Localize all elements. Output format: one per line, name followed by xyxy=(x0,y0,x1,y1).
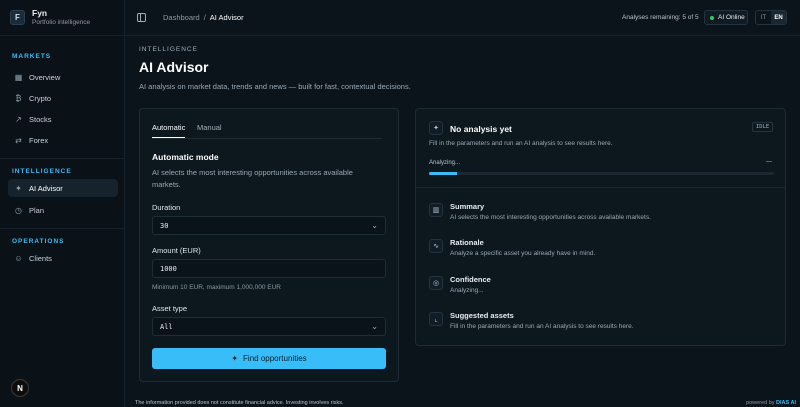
chevron-down-icon: ⌄ xyxy=(371,221,378,230)
asset-type-value: All xyxy=(160,322,173,331)
find-opportunities-label: Find opportunities xyxy=(243,354,307,363)
amount-value: 1000 xyxy=(160,264,177,273)
sidebar-item-forex[interactable]: ⇄ Forex xyxy=(8,131,118,149)
rationale-title: Rationale xyxy=(450,238,484,247)
sidebar-item-crypto[interactable]: ₿ Crypto xyxy=(8,89,118,107)
amount-input[interactable]: 1000 xyxy=(152,259,386,278)
section-title-intelligence: INTELLIGENCE xyxy=(12,168,72,175)
sidebar-toggle-icon[interactable] xyxy=(137,13,146,22)
status-badge: IDLE xyxy=(752,122,774,132)
language-switcher: IT EN xyxy=(755,10,787,25)
summary-desc: AI selects the most interesting opportun… xyxy=(450,214,651,221)
amount-label: Amount (EUR) xyxy=(152,246,201,255)
section-title-operations: OPERATIONS xyxy=(12,238,65,245)
status-dot-icon xyxy=(710,15,714,20)
analysis-form-panel: Automatic Manual Automatic mode AI selec… xyxy=(139,108,399,382)
footer: The information provided does not consti… xyxy=(125,398,800,407)
asset-type-label: Asset type xyxy=(152,304,188,313)
line-chart-icon: ⌞ xyxy=(429,312,443,326)
sidebar-item-label: Plan xyxy=(29,205,45,215)
brand-subtitle: Portfolio intelligence xyxy=(32,19,91,26)
progress-fill xyxy=(429,172,457,175)
analysis-result-panel: ✦ No analysis yet IDLE Fill in the param… xyxy=(415,108,786,346)
pulse-icon: ∿ xyxy=(429,239,443,253)
chevron-down-icon: ⌄ xyxy=(371,322,378,331)
section-title-markets: MARKETS xyxy=(12,53,52,60)
sidebar-item-label: Stocks xyxy=(29,114,52,124)
sidebar: F Fyn Portfolio intelligence MARKETS ▦ O… xyxy=(0,0,125,407)
disclaimer: The information provided does not consti… xyxy=(135,400,344,406)
sidebar-item-overview[interactable]: ▦ Overview xyxy=(8,68,118,86)
ai-status-badge: AI Online xyxy=(704,10,748,25)
ai-status-label: AI Online xyxy=(718,14,745,21)
sidebar-item-label: Forex xyxy=(29,135,49,145)
breadcrumb-current: AI Advisor xyxy=(209,13,244,22)
mode-title: Automatic mode xyxy=(152,152,219,162)
brand-name: Fyn xyxy=(32,8,48,18)
page-eyebrow: INTELLIGENCE xyxy=(139,46,198,53)
sidebar-item-ai-advisor[interactable]: ✦ AI Advisor xyxy=(8,179,118,197)
sidebar-item-clients[interactable]: ☺ Clients xyxy=(8,249,118,267)
lang-en-button[interactable]: EN xyxy=(771,11,786,24)
lang-it-button[interactable]: IT xyxy=(756,11,771,24)
duration-select[interactable]: 30 ⌄ xyxy=(152,216,386,235)
topbar: Dashboard / AI Advisor Analyses remaining:… xyxy=(125,0,800,36)
sidebar-item-label: Clients xyxy=(29,253,52,263)
sidebar-item-label: Overview xyxy=(29,72,61,82)
result-divider xyxy=(416,187,785,188)
amount-hint: Minimum 10 EUR, maximum 1,000,000 EUR xyxy=(152,284,281,291)
tab-manual[interactable]: Manual xyxy=(197,123,222,132)
main-content: INTELLIGENCE AI Advisor AI analysis on m… xyxy=(125,36,800,407)
powered-by-brand[interactable]: DIAS AI xyxy=(776,400,796,406)
powered-by-prefix: powered by xyxy=(746,400,775,406)
breadcrumb-dashboard[interactable]: Dashboard xyxy=(163,13,200,22)
summary-title: Summary xyxy=(450,202,485,211)
confidence-desc: Analyzing... xyxy=(450,287,484,294)
asset-type-select[interactable]: All ⌄ xyxy=(152,317,386,336)
tab-automatic[interactable]: Automatic xyxy=(152,123,186,138)
page-subtitle: AI analysis on market data, trends and n… xyxy=(139,82,411,91)
breadcrumb-separator: / xyxy=(203,13,206,22)
overview-icon: ▦ xyxy=(14,72,23,82)
rationale-desc: Analyze a specific asset you already hav… xyxy=(450,250,596,257)
sidebar-divider xyxy=(0,228,125,229)
page-title: AI Advisor xyxy=(139,59,209,75)
duration-value: 30 xyxy=(160,221,169,230)
sidebar-divider xyxy=(0,158,125,159)
exchange-icon: ⇄ xyxy=(15,135,22,145)
clock-icon: ◷ xyxy=(15,205,22,215)
find-opportunities-button[interactable]: ✦ Find opportunities xyxy=(152,348,386,369)
mode-tabs: Automatic Manual xyxy=(152,121,382,139)
breadcrumb: Dashboard / AI Advisor xyxy=(163,13,244,22)
sparkle-icon: ✦ xyxy=(15,183,22,193)
confidence-title: Confidence xyxy=(450,275,491,284)
result-description: Fill in the parameters and run an AI ana… xyxy=(429,140,613,147)
chart-icon: ▥ xyxy=(429,203,443,217)
suggested-assets-desc: Fill in the parameters and run an AI ana… xyxy=(450,323,634,330)
mode-description: AI selects the most interesting opportun… xyxy=(152,168,353,189)
brand-logo: F xyxy=(10,10,25,25)
suggested-assets-title: Suggested assets xyxy=(450,311,514,320)
progress-bar xyxy=(429,172,774,175)
trending-icon: ↗ xyxy=(15,114,22,124)
sparkle-icon: ✦ xyxy=(231,354,239,363)
sidebar-item-plan[interactable]: ◷ Plan xyxy=(8,201,118,219)
bitcoin-icon: ₿ xyxy=(15,93,22,103)
sidebar-item-label: AI Advisor xyxy=(29,183,63,193)
avatar[interactable]: N xyxy=(11,379,29,397)
brand[interactable]: F Fyn Portfolio intelligence xyxy=(0,0,124,36)
duration-label: Duration xyxy=(152,203,181,212)
progress-value: — xyxy=(766,159,772,165)
result-title: No analysis yet xyxy=(450,124,512,134)
sidebar-item-stocks[interactable]: ↗ Stocks xyxy=(8,110,118,128)
sparkle-icon: ✦ xyxy=(429,121,443,135)
sidebar-item-label: Crypto xyxy=(29,93,52,103)
users-icon: ☺ xyxy=(14,253,23,263)
progress-label: Analyzing... xyxy=(429,160,461,166)
gauge-icon: ◎ xyxy=(429,276,443,290)
powered-by: powered by DIAS AI xyxy=(746,400,796,406)
analyses-remaining: Analyses remaining: 5 of 5 xyxy=(622,14,699,21)
